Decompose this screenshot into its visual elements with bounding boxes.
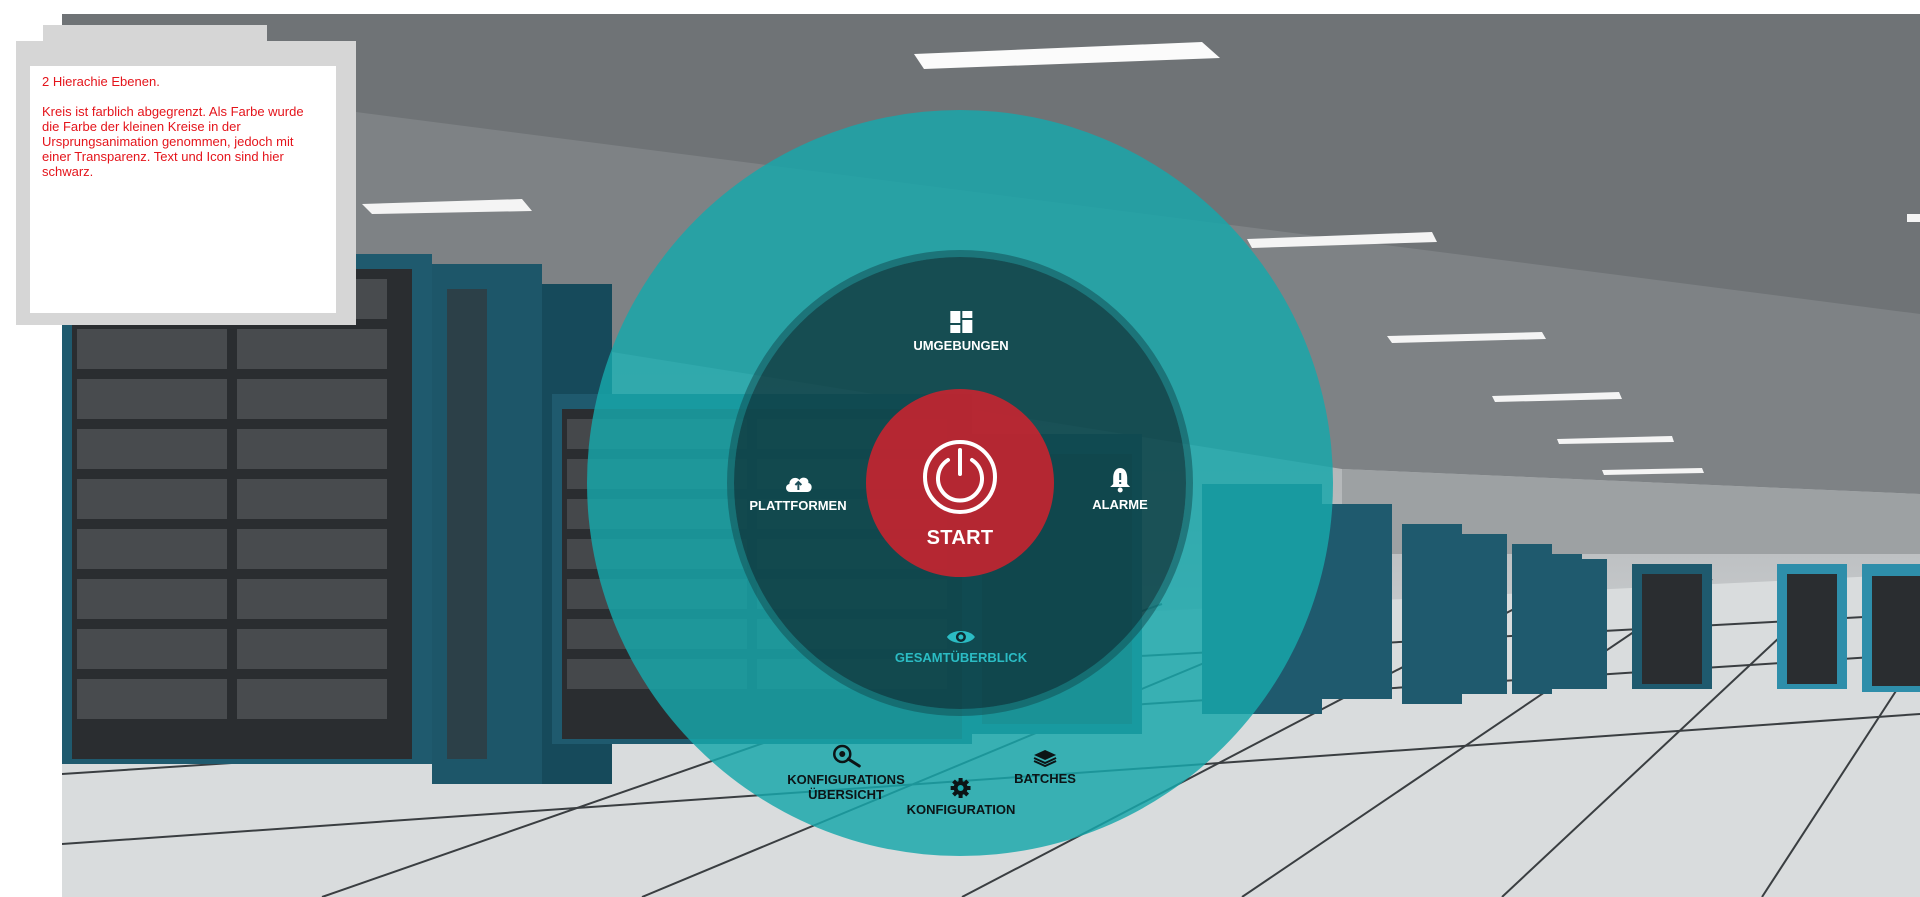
annotation-note: 2 Hierachie Ebenen. Kreis ist farblich a…: [16, 41, 356, 325]
menu-item-label: GESAMTÜBERBLICK: [894, 650, 1028, 665]
eye-icon: [946, 631, 975, 643]
start-label: START: [926, 527, 994, 549]
start-button[interactable]: START: [921, 438, 999, 550]
menu-item-label: PLATTFORMEN: [749, 498, 847, 513]
cloud-upload-icon: [785, 477, 812, 492]
power-icon: [923, 440, 997, 514]
note-line-1: 2 Hierachie Ebenen.: [42, 74, 160, 89]
menu-item-label-line2: ÜBERSICHT: [808, 787, 884, 802]
menu-item-plattformen[interactable]: PLATTFORMEN: [749, 472, 847, 513]
menu-item-label-line1: KONFIGURATIONS: [787, 772, 905, 787]
menu-item-label: BATCHES: [1014, 771, 1076, 786]
grid-icon: [950, 311, 972, 333]
bell-alert-icon: [1109, 468, 1130, 493]
menu-item-label: ALARME: [1092, 497, 1148, 512]
annotation-note-body: 2 Hierachie Ebenen. Kreis ist farblich a…: [30, 66, 336, 313]
menu-item-konfigurations-uebersicht[interactable]: KONFIGURATIONS ÜBERSICHT: [787, 744, 905, 802]
menu-item-umgebungen[interactable]: UMGEBUNGEN: [913, 310, 1009, 353]
menu-item-label: KONFIGURATION: [906, 802, 1016, 817]
menu-item-batches[interactable]: BATCHES: [1014, 749, 1076, 786]
note-line-2: Kreis ist farblich abgegrenzt. Als Farbe…: [42, 104, 304, 179]
menu-item-konfiguration[interactable]: KONFIGURATION: [906, 778, 1016, 817]
gear-icon: [951, 778, 971, 798]
layers-icon: [1033, 750, 1057, 767]
menu-item-label: UMGEBUNGEN: [913, 338, 1009, 353]
search-settings-icon: [832, 744, 861, 768]
menu-item-alarme[interactable]: ALARME: [1092, 467, 1148, 512]
menu-item-gesamtueberblick[interactable]: GESAMTÜBERBLICK: [895, 628, 1027, 665]
